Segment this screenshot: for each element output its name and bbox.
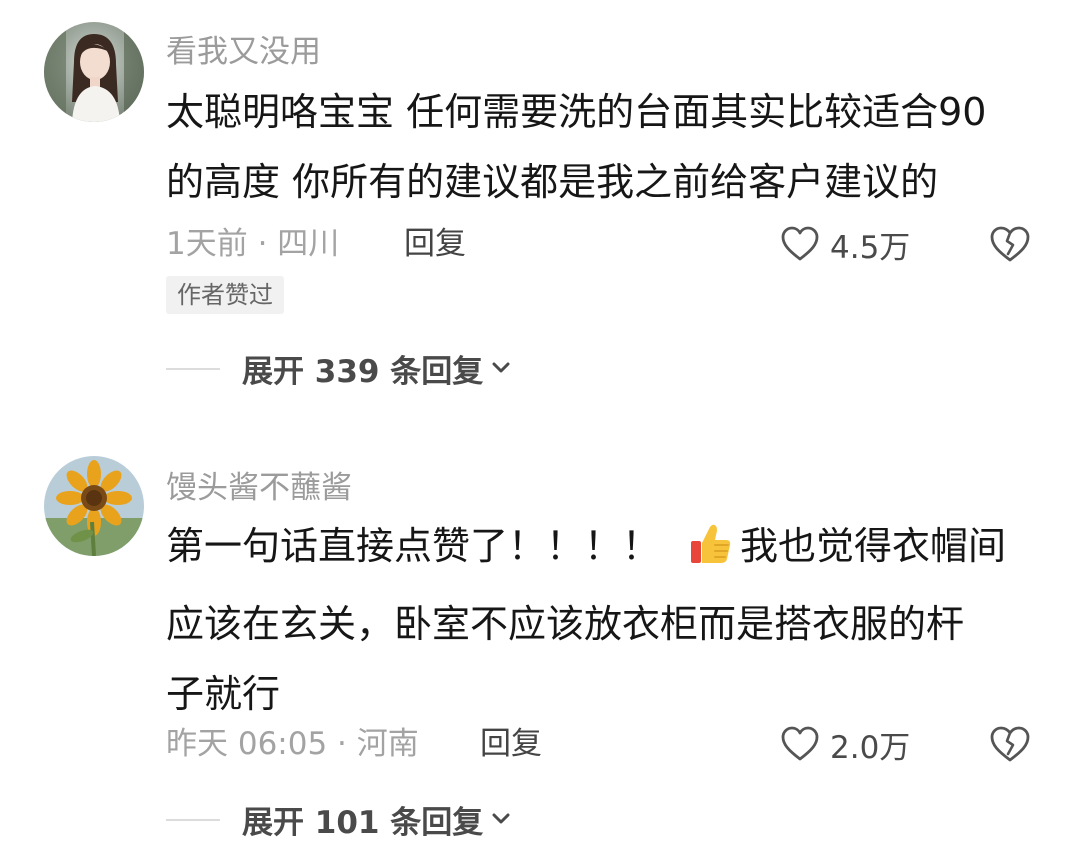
username[interactable]: 看我又没用 xyxy=(166,26,321,71)
comment-time-location: 昨天 06:05 · 河南 xyxy=(166,726,419,762)
thumbs-up-emoji-icon xyxy=(688,519,734,589)
girl-portrait-avatar-icon xyxy=(44,22,144,122)
expand-replies-row: 展开 101 条回复 xyxy=(0,797,1080,841)
comment-text-line: 太聪明咯宝宝 任何需要洗的台面其实比较适合90 xyxy=(166,90,987,134)
expand-replies-button[interactable]: 展开 101 条回复 xyxy=(242,797,511,841)
like-button[interactable]: 2.0万 xyxy=(780,722,910,766)
comment-text-line: 第一句话直接点赞了！！！！ 我也觉得衣帽间 xyxy=(166,511,1046,589)
heart-outline-icon xyxy=(781,226,819,261)
comment-text-line: 的高度 你所有的建议都是我之前给客户建议的 xyxy=(166,160,939,204)
reply-button[interactable]: 回复 xyxy=(480,722,542,766)
comment-text-segment: 第一句话直接点赞了！！！！ xyxy=(166,524,661,568)
comment-text-line: 应该在玄关，卧室不应该放衣柜而是搭衣服的杆 xyxy=(166,602,965,646)
dislike-button[interactable] xyxy=(988,722,1032,766)
expand-replies-button[interactable]: 展开 339 条回复 xyxy=(242,346,511,390)
avatar[interactable] xyxy=(44,22,144,122)
like-count: 2.0万 xyxy=(830,729,911,766)
expand-replies-label: 展开 101 条回复 xyxy=(242,804,484,841)
avatar[interactable] xyxy=(44,456,144,556)
comment-list: 看我又没用 太聪明咯宝宝 任何需要洗的台面其实比较适合90 的高度 你所有的建议… xyxy=(0,0,1080,852)
comment-text-segment: 我也觉得衣帽间 xyxy=(740,524,1007,568)
divider xyxy=(166,819,220,821)
reply-button[interactable]: 回复 xyxy=(404,222,466,266)
chevron-down-icon xyxy=(491,812,511,826)
divider xyxy=(166,368,220,370)
author-liked-badge: 作者赞过 xyxy=(166,276,284,314)
heart-outline-icon xyxy=(781,726,819,761)
comment-text-line: 子就行 xyxy=(166,672,281,716)
sunflower-avatar-icon xyxy=(44,456,144,556)
expand-replies-label: 展开 339 条回复 xyxy=(242,353,484,390)
expand-replies-row: 展开 339 条回复 xyxy=(0,346,1080,390)
comment-meta-row: 昨天 06:05 · 河南 回复 2.0万 xyxy=(0,722,1080,766)
chevron-down-icon xyxy=(491,361,511,375)
comment-text: 第一句话直接点赞了！！！！ 我也觉得衣帽间 应该在玄关，卧室不应该放衣柜而是搭衣… xyxy=(166,511,1046,729)
like-count: 4.5万 xyxy=(830,229,911,266)
dislike-button[interactable] xyxy=(988,222,1032,266)
like-button[interactable]: 4.5万 xyxy=(780,222,910,266)
comment-text: 太聪明咯宝宝 任何需要洗的台面其实比较适合90 的高度 你所有的建议都是我之前给… xyxy=(166,77,1046,217)
username[interactable]: 馒头酱不蘸酱 xyxy=(166,462,352,507)
comment-time-location: 1天前 · 四川 xyxy=(166,226,340,262)
broken-heart-icon xyxy=(990,726,1030,762)
broken-heart-icon xyxy=(990,226,1030,262)
comment-meta-row: 1天前 · 四川 回复 4.5万 xyxy=(0,222,1080,266)
